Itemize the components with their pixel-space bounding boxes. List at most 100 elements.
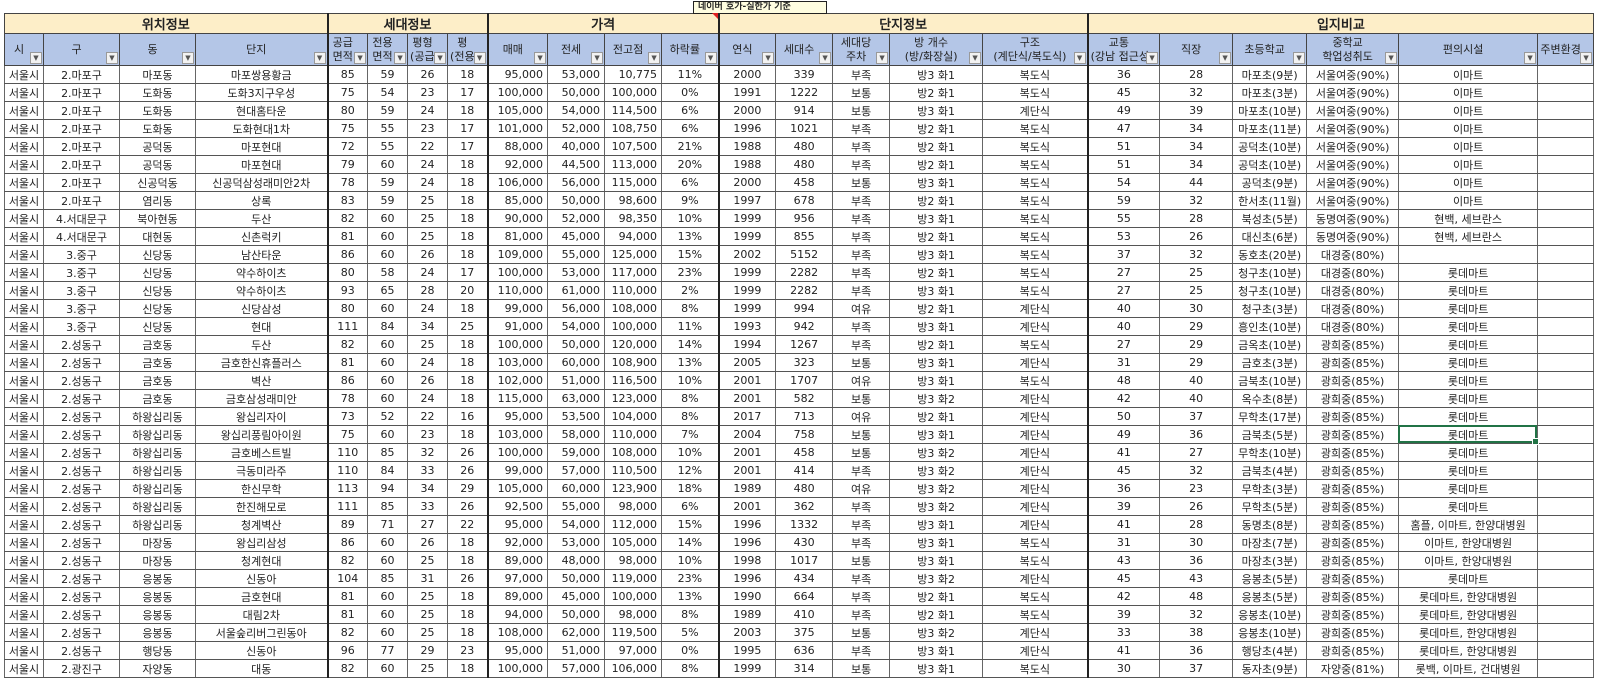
cell[interactable]: 50,000	[547, 569, 606, 588]
cell[interactable]: 계단식	[982, 443, 1089, 462]
cell[interactable]: 롯데마트	[1398, 461, 1539, 480]
cell[interactable]: 81	[326, 227, 369, 246]
cell[interactable]: 49	[1086, 101, 1161, 120]
cell[interactable]: 롯데마트	[1398, 263, 1539, 282]
cell[interactable]: 23	[1159, 479, 1234, 498]
cell[interactable]: 14%	[661, 533, 720, 552]
cell[interactable]: 왕십리풍림아이원	[194, 425, 329, 444]
cell[interactable]: 2.성동구	[43, 335, 120, 354]
cell[interactable]: 서울시	[4, 533, 44, 552]
cell[interactable]	[1537, 479, 1595, 498]
cell[interactable]: 보통	[832, 83, 891, 102]
cell[interactable]: 복도식	[982, 371, 1089, 390]
cell[interactable]: 2.성동구	[43, 353, 120, 372]
cell[interactable]: 120,000	[604, 335, 663, 354]
cell[interactable]: 36	[1086, 479, 1161, 498]
cell[interactable]: 상록	[194, 191, 329, 210]
cell[interactable]: 2003	[717, 623, 777, 642]
cell[interactable]: 금호동	[119, 335, 196, 354]
cell[interactable]: 75	[326, 83, 369, 102]
cell[interactable]: 13%	[661, 353, 720, 372]
cell[interactable]: 서울시	[4, 479, 44, 498]
cell[interactable]: 3.중구	[43, 299, 120, 318]
cell[interactable]: 75	[326, 119, 369, 138]
cell[interactable]: 부족	[832, 155, 891, 174]
cell[interactable]: 678	[775, 191, 834, 210]
cell[interactable]: 1017	[775, 551, 834, 570]
cell[interactable]: 서울시	[4, 659, 44, 678]
cell[interactable]: 방3 화2	[889, 443, 984, 462]
cell[interactable]: 23%	[661, 263, 720, 282]
cell[interactable]: 이마트	[1398, 65, 1539, 84]
cell[interactable]: 광희중(85%)	[1306, 515, 1400, 534]
cell[interactable]: 한진해모로	[194, 497, 329, 516]
cell[interactable]: 25	[1159, 281, 1234, 300]
cell[interactable]: 북아현동	[119, 209, 196, 228]
cell[interactable]: 41	[1086, 515, 1161, 534]
cell[interactable]: 103,000	[486, 425, 549, 444]
cell[interactable]: 60,000	[547, 353, 606, 372]
cell[interactable]: 2.마포구	[43, 101, 120, 120]
cell[interactable]: 롯데마트	[1398, 299, 1539, 318]
cell[interactable]: 53,000	[547, 263, 606, 282]
cell[interactable]: 2.성동구	[43, 443, 120, 462]
cell[interactable]: 111	[326, 317, 369, 336]
cell[interactable]: 458	[775, 443, 834, 462]
cell[interactable]: 복도식	[982, 605, 1089, 624]
cell[interactable]: 26	[447, 461, 489, 480]
cell[interactable]: 방3 화1	[889, 551, 984, 570]
column-header[interactable]: 평형 (공급) ▼	[407, 33, 449, 66]
cell[interactable]: 무학초(17분)	[1232, 407, 1308, 426]
cell[interactable]: 71	[367, 515, 409, 534]
cell[interactable]: 101,000	[486, 119, 549, 138]
cell[interactable]: 98,000	[604, 605, 663, 624]
filter-dropdown-icon[interactable]: ▼	[182, 52, 194, 64]
cell[interactable]: 51,000	[547, 371, 606, 390]
cell[interactable]: 대림2차	[194, 605, 329, 624]
cell[interactable]: 서울시	[4, 587, 44, 606]
cell[interactable]: 동호초(20분)	[1232, 245, 1308, 264]
cell[interactable]: 106,000	[604, 659, 663, 678]
cell[interactable]	[1537, 65, 1595, 84]
cell[interactable]: 계단식	[982, 101, 1089, 120]
cell[interactable]: 보통	[832, 425, 891, 444]
filter-dropdown-icon[interactable]: ▼	[534, 52, 547, 64]
cell[interactable]: 10%	[661, 371, 720, 390]
cell[interactable]: 323	[775, 353, 834, 372]
cell[interactable]: 52	[367, 407, 409, 426]
cell[interactable]: 보통	[832, 173, 891, 192]
cell[interactable]: 60	[367, 659, 409, 678]
cell[interactable]: 광희중(85%)	[1306, 389, 1400, 408]
cell[interactable]: 85	[367, 497, 409, 516]
cell[interactable]: 6%	[661, 101, 720, 120]
cell[interactable]: 40	[1159, 389, 1234, 408]
cell[interactable]: 롯데마트	[1398, 317, 1539, 336]
cell[interactable]: 45	[1086, 569, 1161, 588]
cell[interactable]: 8%	[661, 605, 720, 624]
cell[interactable]: 방3 화2	[889, 479, 984, 498]
cell[interactable]: 복도식	[982, 119, 1089, 138]
cell[interactable]: 18	[447, 533, 489, 552]
cell[interactable]: 서울시	[4, 461, 44, 480]
cell[interactable]: 84	[367, 461, 409, 480]
cell[interactable]: 계단식	[982, 353, 1089, 372]
cell[interactable]: 마포초(9분)	[1232, 65, 1308, 84]
cell[interactable]: 106,000	[486, 173, 549, 192]
cell[interactable]: 계단식	[982, 641, 1089, 660]
cell[interactable]: 80	[326, 101, 369, 120]
cell[interactable]: 88,000	[486, 137, 549, 156]
cell[interactable]: 동명여중(90%)	[1306, 209, 1400, 228]
cell[interactable]: 현대홈타운	[194, 101, 329, 120]
cell[interactable]: 롯데마트	[1398, 353, 1539, 372]
cell[interactable]: 1989	[717, 605, 777, 624]
cell[interactable]: 신당동	[119, 263, 196, 282]
cell[interactable]: 금북초(5분)	[1232, 425, 1308, 444]
cell[interactable]: 마포초(3분)	[1232, 83, 1308, 102]
cell[interactable]	[1537, 155, 1595, 174]
cell[interactable]: 왕십리삼성	[194, 533, 329, 552]
cell[interactable]: 75	[326, 425, 369, 444]
cell[interactable]: 방3 화2	[889, 461, 984, 480]
cell[interactable]: 2.성동구	[43, 551, 120, 570]
cell[interactable]: 45	[1086, 461, 1161, 480]
cell[interactable]: 서울시	[4, 515, 44, 534]
